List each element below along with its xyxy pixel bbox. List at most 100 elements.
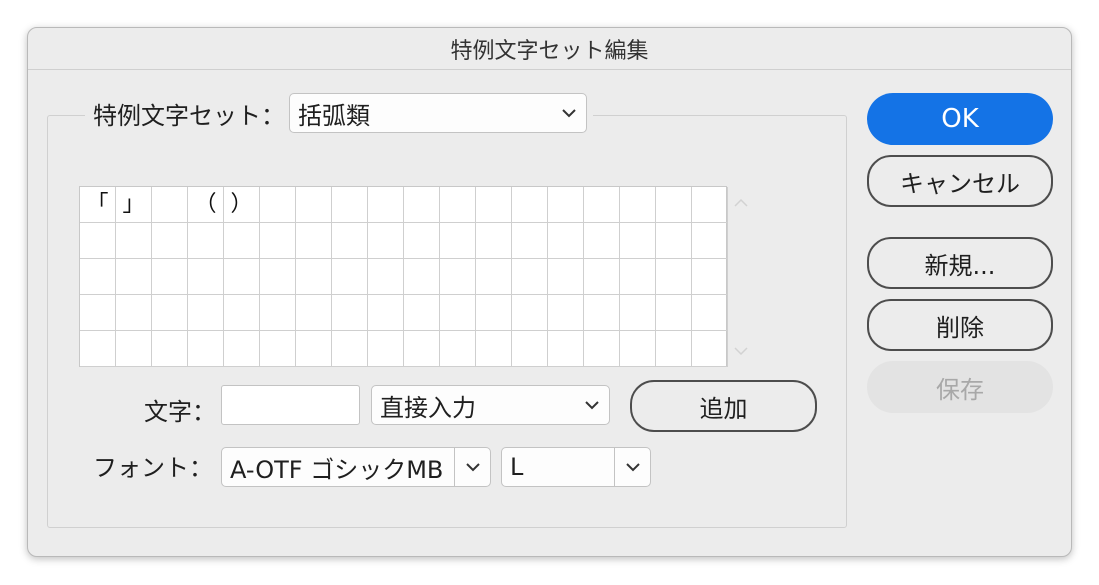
scroll-up-icon[interactable]	[733, 198, 749, 208]
grid-cell[interactable]	[512, 187, 548, 223]
grid-cell[interactable]: 「	[80, 187, 116, 223]
grid-cell[interactable]	[404, 223, 440, 259]
grid-cell[interactable]	[188, 223, 224, 259]
font-family-select[interactable]: A-OTF ゴシックMB	[221, 447, 491, 487]
font-style-select[interactable]: L	[501, 447, 651, 487]
grid-cell[interactable]	[332, 259, 368, 295]
grid-cell[interactable]	[656, 187, 692, 223]
grid-cell[interactable]	[656, 223, 692, 259]
grid-cell[interactable]	[152, 187, 188, 223]
grid-cell[interactable]	[476, 331, 512, 367]
grid-cell[interactable]	[584, 187, 620, 223]
grid-cell[interactable]	[404, 259, 440, 295]
ok-button[interactable]: OK	[867, 93, 1053, 145]
grid-cell[interactable]	[332, 331, 368, 367]
grid-cell[interactable]	[656, 259, 692, 295]
grid-cell[interactable]	[548, 331, 584, 367]
grid-cell[interactable]	[368, 331, 404, 367]
grid-cell[interactable]	[440, 223, 476, 259]
input-method-select[interactable]: 直接入力	[371, 385, 610, 425]
grid-cell[interactable]	[152, 259, 188, 295]
grid-cell[interactable]	[548, 295, 584, 331]
grid-cell[interactable]	[224, 331, 260, 367]
grid-cell[interactable]	[80, 295, 116, 331]
grid-cell[interactable]: （	[188, 187, 224, 223]
grid-cell[interactable]	[80, 223, 116, 259]
grid-cell[interactable]	[512, 295, 548, 331]
grid-cell[interactable]	[368, 187, 404, 223]
grid-cell[interactable]	[296, 223, 332, 259]
grid-cell[interactable]	[332, 295, 368, 331]
grid-cell[interactable]	[620, 295, 656, 331]
grid-cell[interactable]	[620, 259, 656, 295]
grid-cell[interactable]	[152, 223, 188, 259]
grid-cell[interactable]	[116, 295, 152, 331]
grid-cell[interactable]	[224, 223, 260, 259]
grid-cell[interactable]	[368, 295, 404, 331]
grid-cell[interactable]	[296, 187, 332, 223]
grid-cell[interactable]	[188, 259, 224, 295]
grid-cell[interactable]	[656, 295, 692, 331]
grid-cell[interactable]	[80, 259, 116, 295]
grid-cell[interactable]	[692, 259, 728, 295]
grid-cell[interactable]	[404, 331, 440, 367]
grid-cell[interactable]	[188, 331, 224, 367]
add-button[interactable]: 追加	[630, 380, 817, 432]
grid-cell[interactable]	[260, 295, 296, 331]
grid-cell[interactable]	[260, 223, 296, 259]
grid-cell[interactable]	[368, 223, 404, 259]
grid-cell[interactable]	[296, 259, 332, 295]
grid-cell[interactable]	[512, 223, 548, 259]
char-set-select[interactable]: 括弧類	[289, 93, 587, 133]
grid-cell[interactable]	[620, 187, 656, 223]
grid-cell[interactable]	[692, 187, 728, 223]
grid-cell[interactable]	[224, 295, 260, 331]
grid-cell[interactable]	[404, 187, 440, 223]
grid-cell[interactable]	[80, 331, 116, 367]
grid-cell[interactable]	[584, 223, 620, 259]
grid-cell[interactable]	[152, 295, 188, 331]
grid-cell[interactable]	[152, 331, 188, 367]
delete-button[interactable]: 削除	[867, 299, 1053, 351]
grid-cell[interactable]	[440, 331, 476, 367]
grid-cell[interactable]: ）	[224, 187, 260, 223]
grid-cell[interactable]	[656, 331, 692, 367]
new-button[interactable]: 新規...	[867, 237, 1053, 289]
grid-cell[interactable]	[404, 295, 440, 331]
grid-cell[interactable]	[260, 187, 296, 223]
grid-cell[interactable]	[584, 259, 620, 295]
grid-cell[interactable]	[620, 223, 656, 259]
grid-cell[interactable]	[260, 331, 296, 367]
grid-cell[interactable]	[224, 259, 260, 295]
grid-cell[interactable]	[548, 187, 584, 223]
grid-cell[interactable]	[476, 295, 512, 331]
scroll-down-icon[interactable]	[733, 346, 749, 356]
grid-cell[interactable]	[116, 259, 152, 295]
grid-cell[interactable]	[440, 295, 476, 331]
grid-cell[interactable]	[368, 259, 404, 295]
grid-cell[interactable]	[440, 259, 476, 295]
grid-cell[interactable]	[476, 223, 512, 259]
grid-cell[interactable]	[260, 259, 296, 295]
grid-cell[interactable]: 」	[116, 187, 152, 223]
grid-cell[interactable]	[692, 331, 728, 367]
grid-cell[interactable]	[476, 187, 512, 223]
grid-cell[interactable]	[548, 259, 584, 295]
grid-cell[interactable]	[512, 259, 548, 295]
grid-cell[interactable]	[548, 223, 584, 259]
grid-cell[interactable]	[296, 331, 332, 367]
grid-cell[interactable]	[584, 331, 620, 367]
grid-cell[interactable]	[692, 295, 728, 331]
grid-cell[interactable]	[440, 187, 476, 223]
grid-cell[interactable]	[116, 223, 152, 259]
grid-cell[interactable]	[332, 223, 368, 259]
grid-cell[interactable]	[476, 259, 512, 295]
char-grid[interactable]: 「 」 （ ）	[79, 186, 728, 367]
grid-cell[interactable]	[116, 331, 152, 367]
char-input-field[interactable]	[221, 385, 360, 425]
cancel-button[interactable]: キャンセル	[867, 155, 1053, 207]
grid-cell[interactable]	[332, 187, 368, 223]
grid-cell[interactable]	[620, 331, 656, 367]
grid-cell[interactable]	[296, 295, 332, 331]
grid-cell[interactable]	[512, 331, 548, 367]
